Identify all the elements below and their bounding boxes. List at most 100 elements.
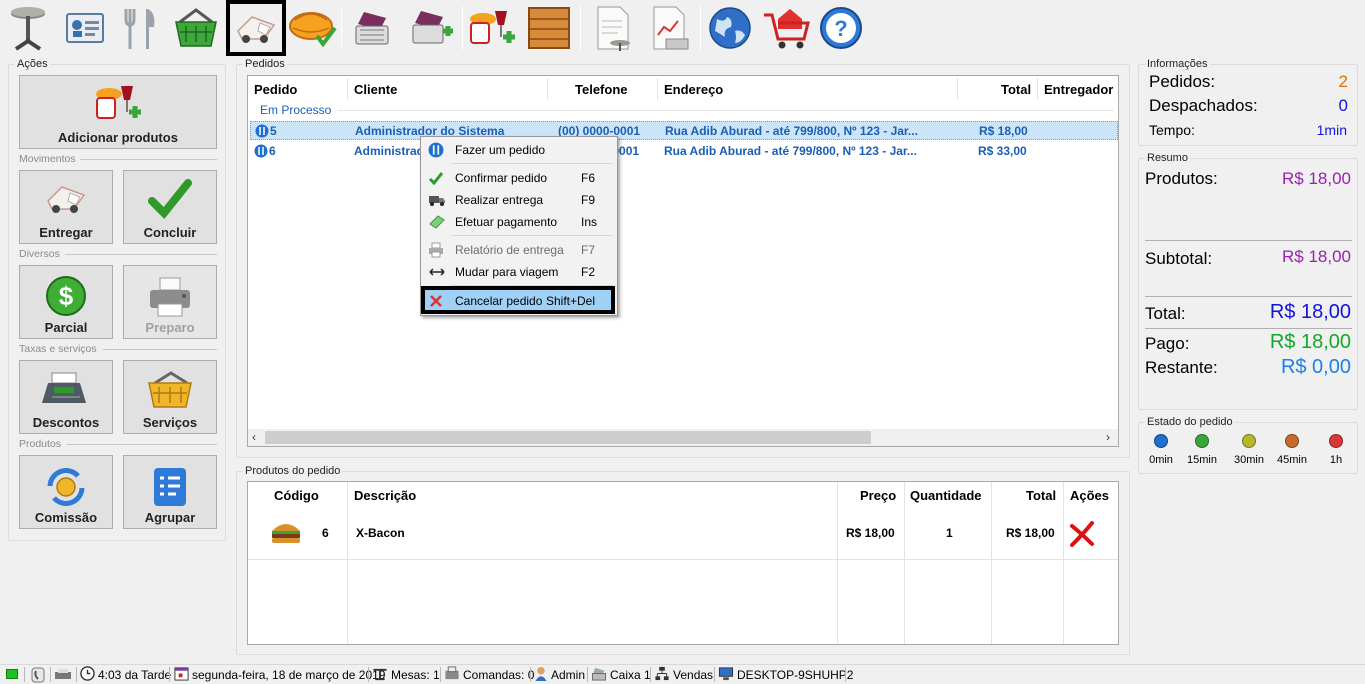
- product-row[interactable]: 6 X-Bacon R$ 18,00 1 R$ 18,00: [248, 516, 1118, 552]
- customer-card-icon[interactable]: [59, 2, 111, 54]
- entregar-button[interactable]: Entregar: [19, 170, 113, 244]
- check-icon: [428, 170, 446, 186]
- scroll-right-icon[interactable]: ›: [1106, 430, 1110, 444]
- cancel-icon: [428, 293, 444, 312]
- total-label: Total:: [1145, 304, 1186, 323]
- col-quantidade[interactable]: Quantidade: [910, 488, 982, 503]
- svg-text:?: ?: [834, 16, 847, 41]
- col-cliente[interactable]: Cliente: [354, 82, 397, 97]
- menu-item-confirmar-pedido[interactable]: Confirmar pedido F6: [423, 168, 615, 188]
- phone-icon: [30, 667, 46, 684]
- col-pedido[interactable]: Pedido: [254, 82, 297, 97]
- estado-label: 0min: [1149, 454, 1173, 466]
- total-value: R$ 18,00: [1269, 301, 1351, 323]
- col-endereco[interactable]: Endereço: [664, 82, 723, 97]
- comissao-button[interactable]: Comissão: [19, 455, 113, 529]
- preparo-button[interactable]: Preparo: [123, 265, 217, 339]
- estado-label: 15min: [1187, 454, 1217, 466]
- register-icon: [444, 666, 460, 684]
- pedidos-list[interactable]: Pedido Cliente Telefone Endereço Total E…: [247, 75, 1119, 447]
- agrupar-label: Agrupar: [144, 510, 196, 525]
- col-total[interactable]: Total: [1026, 488, 1056, 503]
- col-total[interactable]: Total: [1001, 82, 1031, 97]
- crate-icon[interactable]: [523, 2, 575, 54]
- status-comandas: Comandas: 0: [444, 666, 534, 684]
- cash-register-icon[interactable]: [346, 2, 398, 54]
- servicos-button[interactable]: Serviços: [123, 360, 217, 434]
- remove-product-icon[interactable]: [1068, 520, 1096, 548]
- menu-item-mudar-viagem[interactable]: Mudar para viagem F2: [423, 262, 615, 282]
- help-icon[interactable]: ?: [815, 2, 867, 54]
- arrows-icon: [428, 264, 446, 280]
- menu-item-label: Fazer um pedido: [455, 143, 546, 157]
- order-icon: [428, 142, 446, 158]
- svg-text:$: $: [59, 281, 74, 311]
- col-codigo[interactable]: Código: [274, 488, 319, 503]
- descontos-label: Descontos: [32, 415, 100, 430]
- order-row[interactable]: 6 Administrador do Sistema (00) 0000-000…: [250, 142, 1118, 161]
- globe-icon[interactable]: [704, 2, 756, 54]
- menu-item-relatorio-entrega: Relatório de entrega F7: [423, 240, 615, 260]
- cash-register-add-icon[interactable]: [405, 2, 457, 54]
- menu-item-label: Realizar entrega: [455, 193, 544, 207]
- col-descricao[interactable]: Descrição: [354, 488, 416, 503]
- produtos-header: Produtos: [19, 438, 62, 450]
- network-icon: [654, 666, 670, 684]
- add-products-label: Adicionar produtos: [58, 130, 178, 145]
- order-status-icon: [255, 124, 269, 141]
- table-icon[interactable]: [2, 2, 54, 54]
- order-number: 6: [269, 144, 276, 158]
- delivery-icon[interactable]: [226, 0, 286, 56]
- menu-item-efetuar-pagamento[interactable]: Efetuar pagamento Ins: [423, 212, 615, 232]
- vendas-label: Vendas: [673, 668, 714, 682]
- scroll-left-icon[interactable]: ‹: [252, 430, 256, 444]
- menu-item-fazer-pedido[interactable]: Fazer um pedido: [423, 140, 615, 160]
- order-address: Rua Adib Aburad - até 799/800, Nº 123 - …: [665, 124, 918, 138]
- col-acoes[interactable]: Ações: [1070, 488, 1109, 503]
- comissao-label: Comissão: [34, 510, 98, 525]
- menu-item-cancelar-pedido[interactable]: Cancelar pedido Shift+Del: [421, 286, 615, 314]
- comandas-label: Comandas: 0: [463, 668, 535, 682]
- cart-home-icon[interactable]: [760, 2, 812, 54]
- order-total: R$ 33,00: [978, 144, 1027, 158]
- status-vendas: Vendas: [654, 666, 713, 684]
- resumo-produtos-value: R$ 18,00: [1282, 169, 1351, 188]
- report-icon[interactable]: [586, 2, 638, 54]
- subtotal-label: Subtotal:: [1145, 249, 1213, 268]
- menu-item-shortcut: F7: [581, 243, 596, 257]
- add-products-button[interactable]: Adicionar produtos: [19, 75, 217, 149]
- product-price: R$ 18,00: [846, 526, 895, 540]
- cutlery-icon[interactable]: [114, 2, 166, 54]
- col-entregador[interactable]: Entregador: [1044, 82, 1113, 97]
- basket-icon[interactable]: [170, 2, 222, 54]
- concluir-button[interactable]: Concluir: [123, 170, 217, 244]
- status-30min-icon: [1242, 434, 1256, 448]
- produtos-table[interactable]: Código Descrição Preço Quantidade Total …: [247, 481, 1119, 645]
- order-status-icon: [254, 144, 268, 161]
- col-preco[interactable]: Preço: [860, 488, 896, 503]
- menu-item-label: Efetuar pagamento: [455, 215, 558, 229]
- status-mesas: Mesas: 1: [372, 666, 440, 684]
- horizontal-scrollbar[interactable]: ‹ ›: [248, 429, 1118, 446]
- pizza-icon[interactable]: [286, 2, 338, 54]
- parcial-button[interactable]: $ Parcial: [19, 265, 113, 339]
- printer-icon: [428, 242, 446, 258]
- report-chart-icon[interactable]: [642, 2, 694, 54]
- burger-icon: [270, 521, 302, 548]
- food-drink-add-icon[interactable]: [466, 2, 518, 54]
- order-number: 5: [270, 124, 277, 138]
- tempo-value: 1min: [1316, 122, 1347, 138]
- subtotal-value: R$ 18,00: [1282, 247, 1351, 266]
- order-row[interactable]: 5 Administrador do Sistema (00) 0000-000…: [250, 121, 1118, 140]
- status-15min-icon: [1195, 434, 1209, 448]
- despachados-label: Despachados:: [1149, 96, 1258, 115]
- col-telefone[interactable]: Telefone: [575, 82, 628, 97]
- scrollbar-thumb[interactable]: [265, 431, 871, 444]
- descontos-button[interactable]: Descontos: [19, 360, 113, 434]
- concluir-label: Concluir: [143, 225, 197, 240]
- agrupar-button[interactable]: Agrupar: [123, 455, 217, 529]
- resumo-title: Resumo: [1145, 152, 1190, 164]
- menu-item-realizar-entrega[interactable]: Realizar entrega F9: [423, 190, 615, 210]
- menu-item-shortcut: Shift+Del: [546, 294, 596, 308]
- context-menu: Fazer um pedido Confirmar pedido F6 Real…: [420, 136, 618, 316]
